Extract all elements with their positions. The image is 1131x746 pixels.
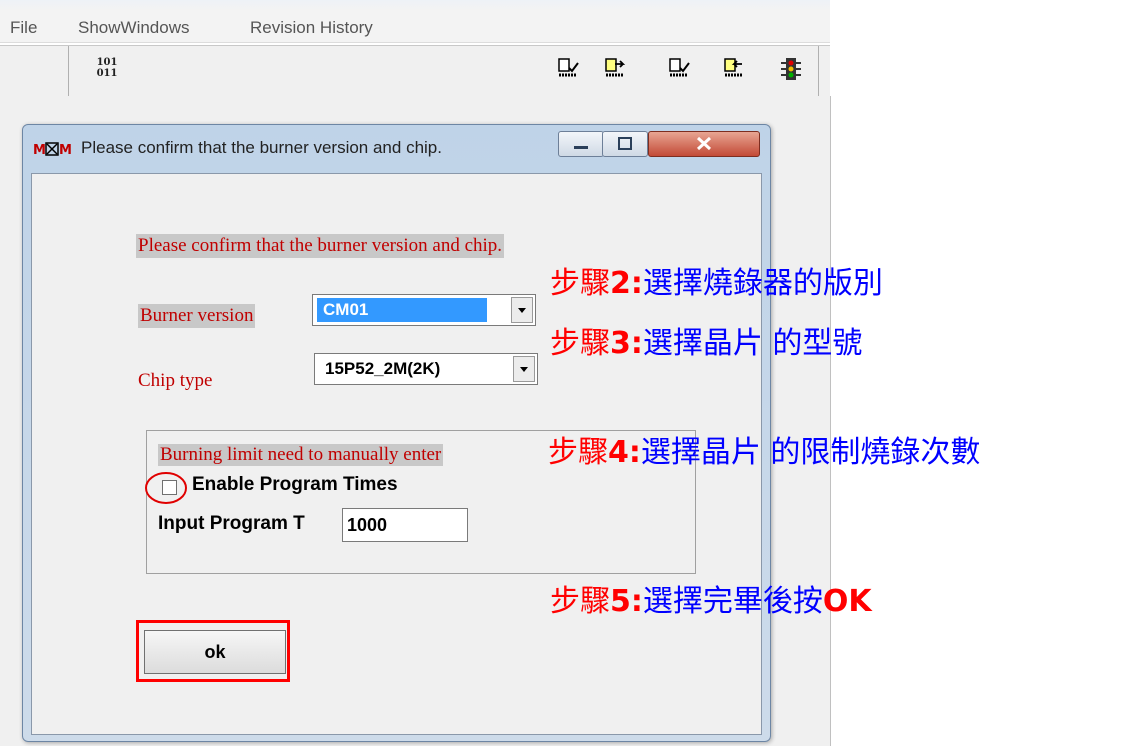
traffic-light-icon[interactable] bbox=[778, 56, 804, 82]
menu-file[interactable]: File bbox=[10, 18, 37, 38]
chip-type-value: 15P52_2M(2K) bbox=[325, 359, 441, 378]
app-logo-icon: M M bbox=[33, 142, 72, 158]
program-back-icon[interactable] bbox=[722, 56, 748, 82]
menu-revision-history[interactable]: Revision History bbox=[250, 18, 373, 38]
svg-text:M: M bbox=[33, 143, 46, 158]
chip-type-select[interactable]: 15P52_2M(2K) bbox=[314, 353, 538, 385]
minimize-icon bbox=[574, 146, 588, 149]
burner-version-dropdown-button[interactable] bbox=[511, 297, 533, 323]
annotation-step-5: 步驟5:選擇完畢後按OK bbox=[550, 584, 872, 619]
burning-limit-title: Burning limit need to manually enter bbox=[158, 444, 444, 466]
ok-button[interactable]: ok bbox=[144, 630, 286, 674]
burner-version-label: Burner version bbox=[138, 304, 256, 328]
annotation-step-2: 步驟2:選擇燒錄器的版別 bbox=[550, 266, 883, 301]
annotation-step-3: 步驟3:選擇晶片 的型號 bbox=[550, 326, 863, 361]
dialog-heading: Please confirm that the burner version a… bbox=[136, 234, 505, 258]
close-icon bbox=[696, 136, 712, 151]
window-controls bbox=[558, 131, 760, 157]
input-program-times-label: Input Program T bbox=[158, 513, 305, 534]
chip-type-dropdown-button[interactable] bbox=[513, 356, 535, 382]
burner-version-value: CM01 bbox=[317, 298, 487, 322]
highlight-circle bbox=[145, 472, 187, 504]
minimize-button[interactable] bbox=[558, 131, 604, 157]
burner-version-select[interactable]: CM01 bbox=[312, 294, 536, 326]
dialog-title: Please confirm that the burner version a… bbox=[81, 138, 442, 157]
toolbar: 101 011 bbox=[0, 45, 830, 97]
binary-icon-bottom: 011 bbox=[96, 68, 118, 79]
chevron-down-icon bbox=[518, 308, 526, 313]
program-check-icon[interactable] bbox=[556, 56, 582, 82]
maximize-button[interactable] bbox=[602, 131, 648, 157]
verify-check-icon[interactable] bbox=[667, 56, 693, 82]
chevron-down-icon bbox=[520, 367, 528, 372]
svg-text:M: M bbox=[59, 143, 72, 158]
annotation-step-4: 步驟4:選擇晶片 的限制燒錄次數 bbox=[548, 435, 981, 470]
binary-icon[interactable]: 101 011 bbox=[92, 57, 122, 83]
maximize-icon bbox=[618, 137, 632, 150]
enable-program-times-label: Enable Program Times bbox=[192, 474, 398, 495]
binary-icon-top: 101 bbox=[96, 57, 118, 68]
program-forward-icon[interactable] bbox=[603, 56, 629, 82]
menu-show-windows[interactable]: ShowWindows bbox=[78, 18, 190, 38]
chip-type-label: Chip type bbox=[138, 370, 213, 391]
menu-bar: File ShowWindows Revision History bbox=[0, 10, 830, 43]
input-program-times-field[interactable]: 1000 bbox=[342, 508, 468, 542]
close-button[interactable] bbox=[648, 131, 760, 157]
